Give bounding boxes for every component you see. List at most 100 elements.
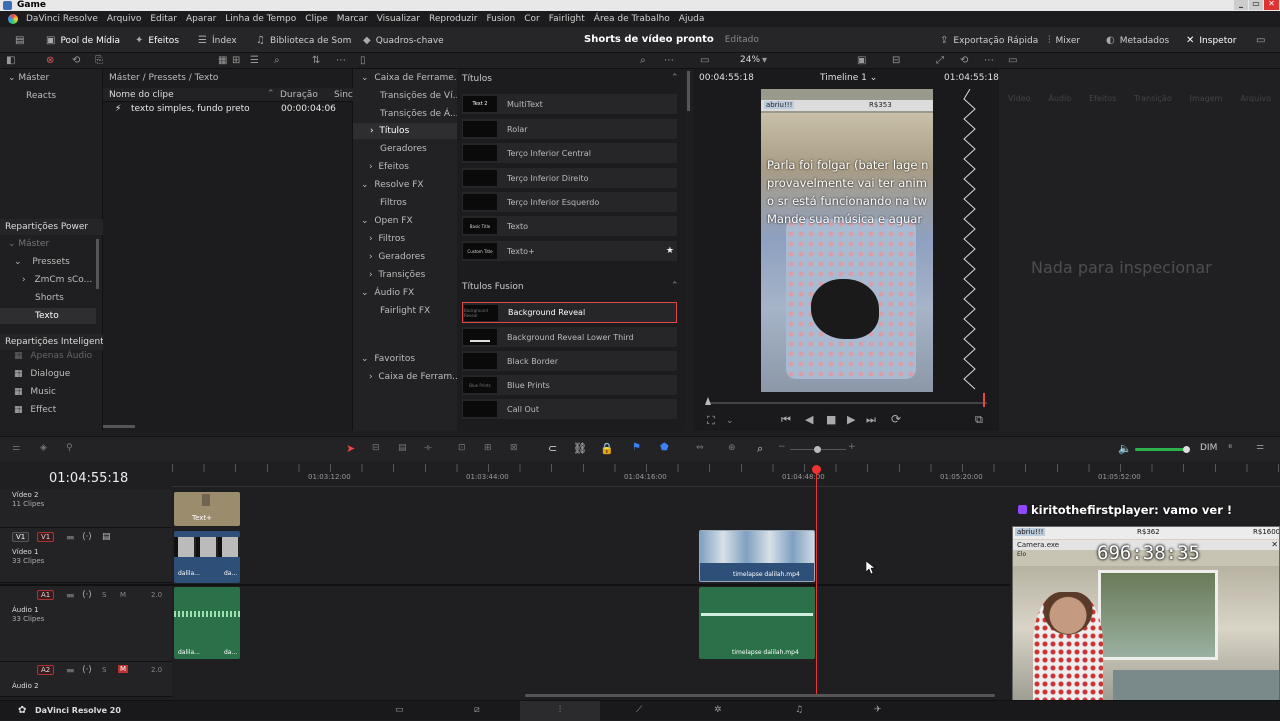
zoom-slider-handle[interactable] <box>814 446 821 453</box>
loop-playback-icon[interactable]: ⟳ <box>891 412 901 426</box>
menu-item-4[interactable]: Linha de Tempo <box>225 14 296 24</box>
tree-open-fx[interactable]: ⌄ Open FX <box>361 216 413 226</box>
fx-background-reveal[interactable]: Background Reveal Background Reveal <box>462 302 677 323</box>
effects-button[interactable]: ✦ Efeitos <box>135 35 179 46</box>
timeline-hscrollbar[interactable] <box>525 694 995 697</box>
tree-toolbox-2[interactable]: › Caixa de Ferram... <box>369 372 461 382</box>
menu-item-13[interactable]: Ajuda <box>679 14 705 24</box>
match-frame-icon[interactable]: ⛶ <box>707 414 715 428</box>
dim-button[interactable]: DIM <box>1200 443 1217 453</box>
tree-open-generators[interactable]: › Geradores <box>369 252 425 262</box>
deliver-page-icon[interactable]: ✈ <box>874 705 882 715</box>
auto-select-icon[interactable]: ⟨·⟩ <box>82 665 92 675</box>
overwrite-icon[interactable]: ⊞ <box>484 443 492 453</box>
menu-item-11[interactable]: Fairlight <box>549 14 585 24</box>
menu-item-1[interactable]: Arquivo <box>107 14 141 24</box>
more-options-icon[interactable]: ⋯ <box>336 55 346 66</box>
tab-audio[interactable]: Áudio <box>1048 94 1071 103</box>
tree-generators[interactable]: Geradores <box>380 144 427 154</box>
tab-video[interactable]: Vídeo <box>1008 94 1031 103</box>
color-tag-icon[interactable]: ⊗ <box>46 55 54 66</box>
zoom-detail-icon[interactable]: ⊕ <box>728 443 736 453</box>
inspector-button[interactable]: ✕ Inspetor <box>1186 35 1236 46</box>
tab-effects[interactable]: Efeitos <box>1089 94 1116 103</box>
bins-scrollbar[interactable] <box>96 239 99 289</box>
keyframes-button[interactable]: ◆ Quadros-chave <box>363 35 444 46</box>
power-bin-zmcm[interactable]: › ZmCm sCo... <box>22 275 92 285</box>
fairlight-page-icon[interactable]: ♫ <box>795 705 803 715</box>
mic-icon[interactable]: ⚲ <box>66 443 73 453</box>
viewer-more-icon[interactable]: ⋯ <box>984 55 994 66</box>
clip-textplus[interactable]: Text+ <box>174 492 240 526</box>
horizontal-scrollbar[interactable] <box>103 425 135 428</box>
stop-icon[interactable]: ■ <box>826 413 836 426</box>
power-bin-shorts[interactable]: Shorts <box>35 293 64 303</box>
scrub-playhead[interactable] <box>983 393 989 407</box>
smart-bin-audio-only[interactable]: ▦ Apenas Áudio <box>14 351 92 361</box>
lock-track-icon[interactable]: ▬ <box>66 666 75 676</box>
menu-item-0[interactable]: DaVinci Resolve <box>26 14 98 24</box>
crop-icon[interactable]: ▣ <box>857 55 866 66</box>
metadata-button[interactable]: ◐ Metadados <box>1106 35 1169 46</box>
fx-multitext[interactable]: Text 2 MultiText <box>462 94 677 114</box>
skip-end-icon[interactable]: ⏭ <box>866 413 876 427</box>
titles-section-header[interactable]: Títulos <box>462 74 492 84</box>
smart-bins-header[interactable]: Repartições Inteligentes <box>0 334 114 350</box>
fx-texto-plus[interactable]: Custom Title Texto+ ★ <box>462 241 677 261</box>
insert-icon[interactable]: ⊡ <box>458 443 466 453</box>
volume-icon[interactable]: 🔈 <box>1118 442 1132 455</box>
menu-item-2[interactable]: Editar <box>150 14 177 24</box>
column-duration[interactable]: Duração <box>280 90 318 100</box>
clip-dalila-a1[interactable]: dalila... da... <box>174 587 240 659</box>
playhead-marker[interactable] <box>812 465 821 474</box>
tab-image[interactable]: Imagem <box>1190 94 1223 103</box>
tree-titles[interactable]: › Títulos <box>353 123 457 139</box>
lock-track-icon[interactable]: ▬ <box>66 591 75 601</box>
color-page-icon[interactable]: ✲ <box>714 705 722 715</box>
minimize-button[interactable]: _ <box>1234 0 1248 10</box>
fx-lower-third-left[interactable]: Terço Inferior Esquerdo <box>462 192 677 212</box>
mute-button-active[interactable]: M <box>118 665 129 673</box>
sidebar-toggle-icon[interactable]: ◧ <box>6 55 15 66</box>
solo-button[interactable]: S <box>102 666 106 674</box>
expand-icon[interactable]: ▭ <box>1256 35 1265 46</box>
panel-split-icon[interactable]: ▯ <box>360 55 366 66</box>
collapse-titles-icon[interactable]: ⌃ <box>671 73 679 83</box>
fx-black-border[interactable]: Black Border <box>462 351 677 371</box>
power-bin-texto[interactable]: Texto <box>0 308 96 324</box>
fx-lower-third-center[interactable]: Terço Inferior Central <box>462 143 677 163</box>
list-view-icon[interactable]: ☰ <box>250 55 259 66</box>
scrub-in[interactable] <box>705 397 711 405</box>
mixer-button[interactable]: ⫶ Mixer <box>1048 35 1080 46</box>
fx-background-reveal-lower-third[interactable]: Background Reveal Lower Third <box>462 327 677 347</box>
tab-file[interactable]: Arquivo <box>1240 94 1271 103</box>
menu-item-9[interactable]: Fusion <box>486 14 515 24</box>
panel-toggle-icon[interactable]: ▤ <box>15 35 24 46</box>
auto-select-icon[interactable]: ⟨·⟩ <box>82 590 92 600</box>
power-bin-pressets[interactable]: ⌄ Pressets <box>14 257 70 267</box>
fx-blue-prints[interactable]: Blue Prints Blue Prints <box>462 375 677 395</box>
menu-item-10[interactable]: Cor <box>524 14 540 24</box>
column-name[interactable]: Nome do clipe <box>109 90 174 100</box>
fx-more-icon[interactable]: ⋯ <box>664 55 674 66</box>
quick-export-button[interactable]: ⇪ Exportação Rápida <box>940 35 1038 46</box>
sort-icon[interactable]: ⇅ <box>312 55 320 66</box>
safe-area-icon[interactable]: ⊟ <box>892 55 900 66</box>
selection-tool-icon[interactable]: ➤ <box>346 442 355 455</box>
mute-button[interactable]: M <box>120 591 126 599</box>
tab-transition[interactable]: Transição <box>1134 94 1172 103</box>
track-visibility-icon[interactable]: ▤ <box>102 532 111 542</box>
menu-item-12[interactable]: Área de Trabalho <box>594 14 670 24</box>
volume-handle[interactable] <box>1183 446 1190 453</box>
bin-reacts[interactable]: Reacts <box>26 91 56 101</box>
menu-item-3[interactable]: Aparar <box>186 14 216 24</box>
zoom-custom-icon[interactable]: ⌕ <box>757 442 763 456</box>
fx-call-out[interactable]: Call Out <box>462 399 677 419</box>
bypass-icon[interactable]: ⧉ <box>975 413 983 427</box>
media-pool-button[interactable]: ▣ Pool de Mídia <box>46 35 120 46</box>
tree-fairlight-fx[interactable]: Fairlight FX <box>380 306 430 316</box>
snapping-icon[interactable]: ⊂ <box>548 442 557 455</box>
fusion-titles-section-header[interactable]: Títulos Fusion <box>462 282 524 292</box>
sound-library-button[interactable]: ♫ Biblioteca de Som <box>256 35 351 46</box>
solo-button[interactable]: S <box>102 591 106 599</box>
